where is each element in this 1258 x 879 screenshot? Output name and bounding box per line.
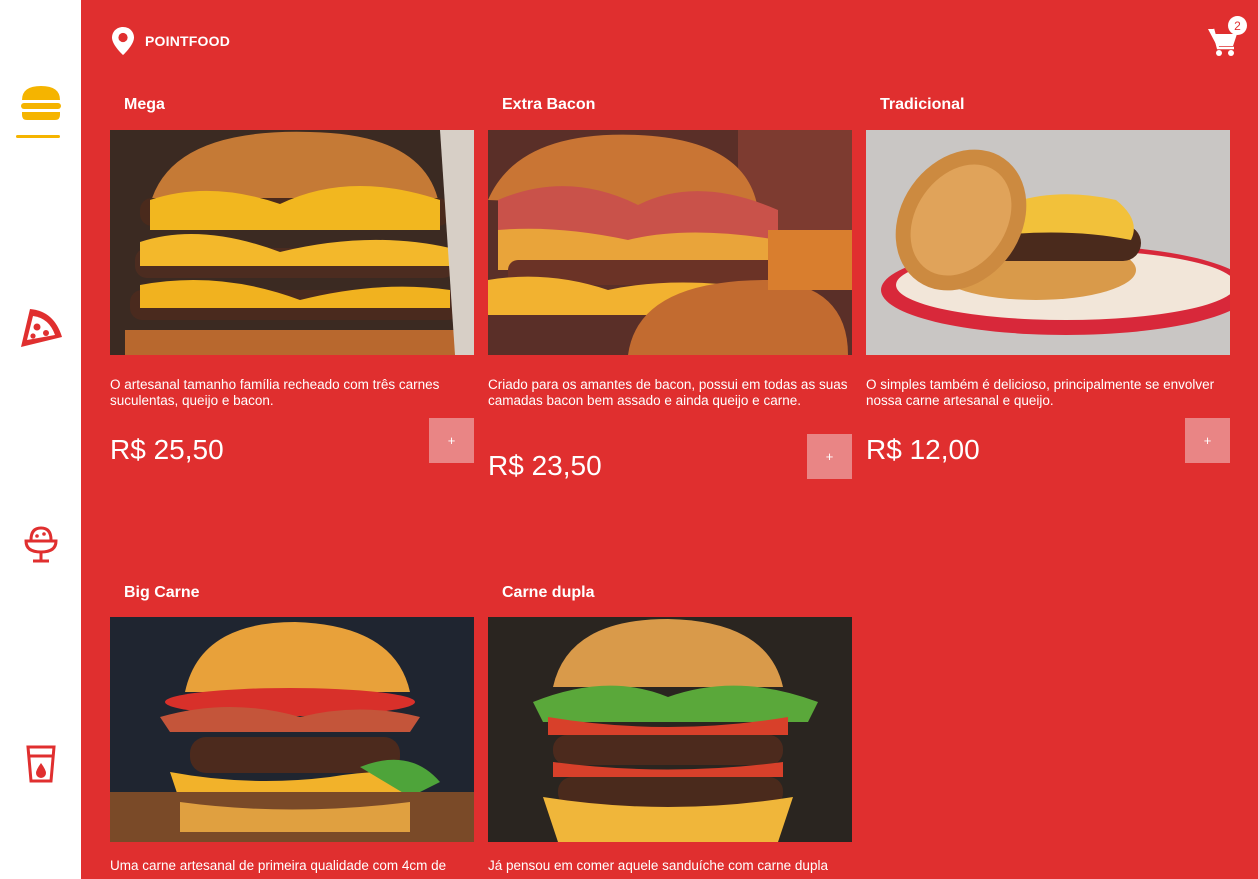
product-title: Extra Bacon — [502, 96, 596, 113]
pizza-icon — [20, 309, 62, 347]
main-content: POINTFOOD 2 Mega O artesanal tamanho fam… — [81, 0, 1258, 879]
product-image — [110, 130, 474, 355]
sidebar-item-pizzas[interactable] — [0, 302, 81, 350]
product-image — [488, 617, 852, 842]
product-price: R$ 23,50 — [488, 450, 602, 481]
product-price: R$ 25,50 — [110, 434, 224, 465]
ice-cream-icon — [23, 526, 58, 563]
sidebar-item-drinks[interactable] — [0, 742, 81, 786]
location-pin-icon — [112, 27, 134, 55]
product-card-big-carne: Big Carne Uma carne artesanal de primeir… — [110, 584, 474, 879]
product-card-mega: Mega O artesanal tamanho família rechead… — [110, 96, 474, 476]
add-to-cart-button[interactable]: + — [1185, 418, 1230, 463]
product-image — [866, 130, 1230, 355]
product-card-carne-dupla: Carne dupla Já pensou em comer aquele sa… — [488, 584, 852, 879]
product-title: Carne dupla — [502, 584, 595, 601]
product-card-tradicional: Tradicional O simples também é delicioso… — [866, 96, 1230, 476]
product-description: Criado para os amantes de bacon, possui … — [488, 377, 848, 408]
top-bar: POINTFOOD 2 — [81, 0, 1258, 80]
sidebar-item-burgers[interactable] — [0, 82, 81, 138]
burger-icon — [20, 86, 61, 120]
category-sidebar — [0, 0, 81, 879]
sidebar-item-desserts[interactable] — [0, 524, 81, 564]
product-description: O artesanal tamanho família recheado com… — [110, 377, 440, 408]
product-title: Big Carne — [124, 584, 200, 601]
add-to-cart-button[interactable]: + — [429, 418, 474, 463]
drink-cup-icon — [25, 745, 56, 783]
product-image — [110, 617, 474, 842]
product-price: R$ 12,00 — [866, 434, 980, 465]
product-description: Já pensou em comer aquele sanduíche com … — [488, 858, 828, 873]
product-title: Mega — [124, 96, 165, 113]
product-image — [488, 130, 852, 355]
add-to-cart-button[interactable]: + — [807, 434, 852, 479]
brand-name: POINTFOOD — [145, 33, 231, 49]
brand[interactable]: POINTFOOD — [111, 26, 230, 56]
product-description: O simples também é delicioso, principalm… — [866, 377, 1215, 408]
product-title: Tradicional — [880, 96, 965, 113]
product-description: Uma carne artesanal de primeira qualidad… — [110, 858, 447, 873]
cart-button[interactable]: 2 — [1205, 16, 1247, 58]
cart-count-badge: 2 — [1228, 16, 1247, 35]
product-card-extra-bacon: Extra Bacon Criado para os amantes de ba… — [488, 96, 852, 486]
